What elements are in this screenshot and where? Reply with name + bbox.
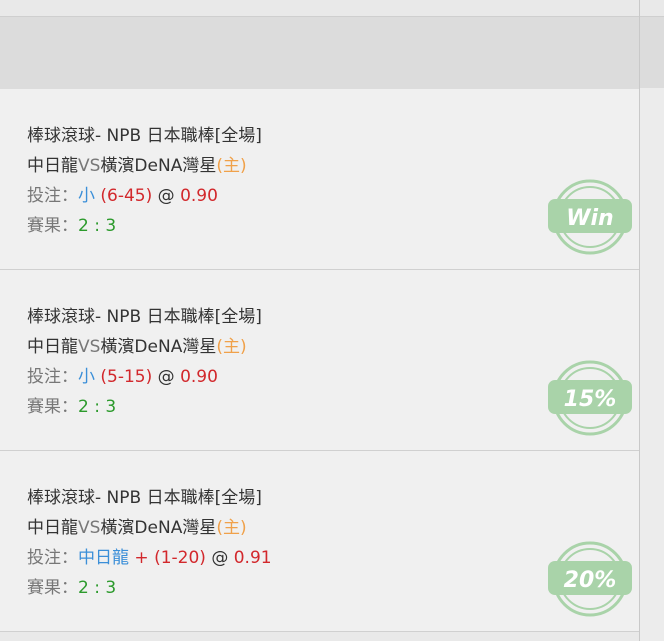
result-label: 賽果： (27, 578, 78, 598)
stamp-text: 15% (564, 387, 617, 412)
bet-pick: 小 (78, 186, 95, 206)
match-line: 中日龍VS橫濱DeNA灣星(主) (27, 513, 272, 543)
bet-label: 投注： (27, 548, 78, 568)
home-tag: (主) (216, 518, 247, 538)
top-strip (0, 0, 664, 16)
home-tag: (主) (216, 156, 247, 176)
vs-label: VS (78, 337, 101, 357)
at-sign: @ (157, 367, 175, 387)
win-stamp: Win (548, 179, 632, 255)
result-line: 賽果：2 : 3 (27, 392, 262, 422)
bet-label: 投注： (27, 186, 78, 206)
league-line: 棒球滾球- NPB 日本職棒[全場] (27, 126, 262, 146)
result-score: 2 : 3 (78, 397, 117, 417)
result-line: 賽果：2 : 3 (27, 211, 262, 241)
bet-odds: 0.90 (180, 186, 218, 206)
vs-label: VS (78, 156, 101, 176)
bet-line: 投注：小 (6-45) @ 0.90 (27, 181, 262, 211)
match-line: 中日龍VS橫濱DeNA灣星(主) (27, 151, 262, 181)
bet-record: 棒球滾球- NPB 日本職棒[全場] 中日龍VS橫濱DeNA灣星(主) 投注：中… (0, 451, 639, 632)
result-label: 賽果： (27, 397, 78, 417)
right-column (640, 88, 664, 641)
bet-handicap: (6-45) (100, 186, 153, 206)
vs-label: VS (78, 518, 101, 538)
bet-record: 棒球滾球- NPB 日本職棒[全場] 中日龍VS橫濱DeNA灣星(主) 投注：小… (0, 89, 639, 270)
header-band (0, 16, 664, 90)
bet-pick: 小 (78, 367, 95, 387)
result-label: 賽果： (27, 216, 78, 236)
match-line: 中日龍VS橫濱DeNA灣星(主) (27, 332, 262, 362)
percent-stamp: 15% (548, 360, 632, 436)
home-team: 中日龍 (27, 156, 78, 176)
away-team: 橫濱DeNA灣星 (100, 518, 217, 538)
bet-odds: 0.91 (233, 548, 272, 568)
stamp-text: 20% (564, 568, 617, 593)
home-tag: (主) (216, 337, 247, 357)
bet-pick: 中日龍 (78, 548, 129, 568)
at-sign: @ (211, 548, 229, 568)
bet-record: 棒球滾球- NPB 日本職棒[全場] 中日龍VS橫濱DeNA灣星(主) 投注：小… (0, 270, 639, 451)
percent-stamp: 20% (548, 541, 632, 617)
bet-handicap: (5-15) (100, 367, 153, 387)
home-team: 中日龍 (27, 337, 78, 357)
bet-odds: 0.90 (180, 367, 218, 387)
result-score: 2 : 3 (78, 578, 117, 598)
bet-handicap: (1-20) (154, 548, 206, 568)
home-team: 中日龍 (27, 518, 78, 538)
result-score: 2 : 3 (78, 216, 117, 236)
stamp-text: Win (566, 206, 613, 231)
result-line: 賽果：2 : 3 (27, 573, 272, 603)
league-line: 棒球滾球- NPB 日本職棒[全場] (27, 307, 262, 327)
bet-label: 投注： (27, 367, 78, 387)
bet-line: 投注：小 (5-15) @ 0.90 (27, 362, 262, 392)
away-team: 橫濱DeNA灣星 (100, 337, 217, 357)
away-team: 橫濱DeNA灣星 (100, 156, 217, 176)
column-divider (639, 0, 640, 641)
bet-line: 投注：中日龍 + (1-20) @ 0.91 (27, 543, 272, 573)
league-line: 棒球滾球- NPB 日本職棒[全場] (27, 488, 262, 508)
at-sign: @ (157, 186, 175, 206)
plus-sign: + (134, 548, 149, 568)
